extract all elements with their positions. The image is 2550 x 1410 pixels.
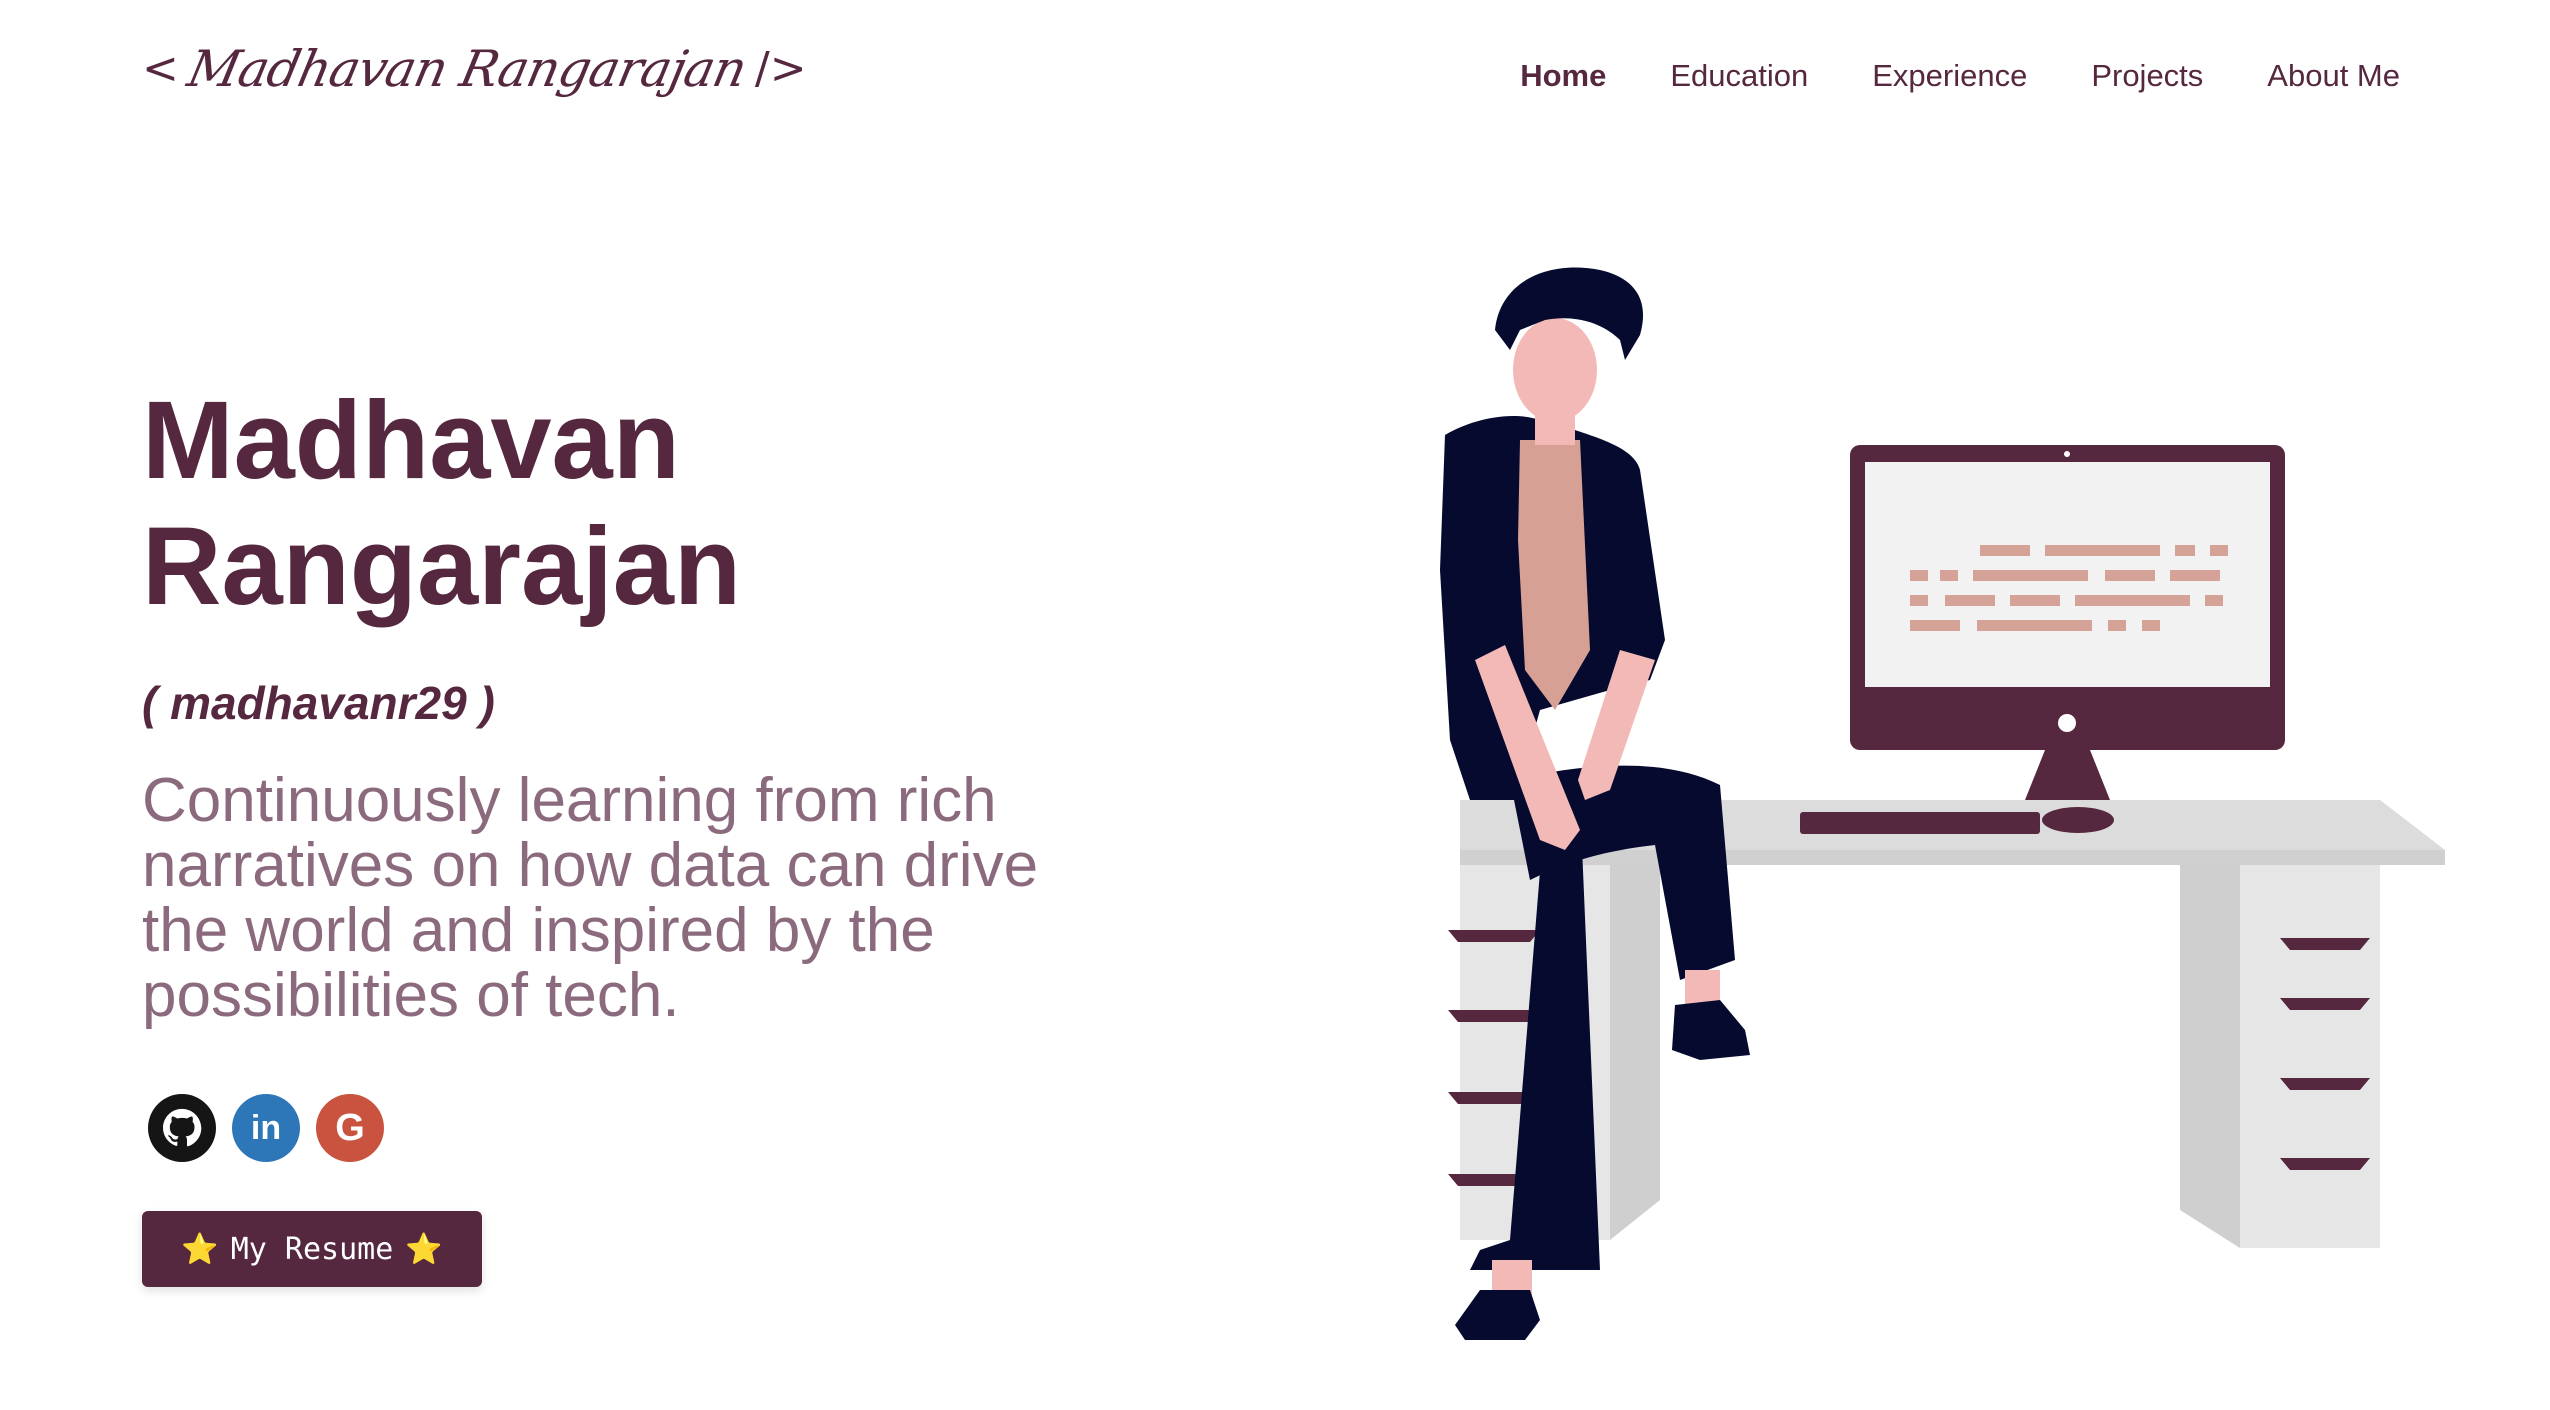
star-icon: ⭐ [405, 1231, 443, 1267]
tagline-line: the world and inspired by the [142, 896, 935, 965]
hero-name: Madhavan Rangarajan [142, 378, 741, 630]
linkedin-icon: in [250, 1108, 282, 1147]
hero-name-last: Rangarajan [142, 505, 742, 628]
github-link[interactable] [148, 1094, 216, 1162]
username-handle: ( madhavanr29 ) [142, 677, 495, 729]
main-nav: Home Education Experience Projects About… [1456, 58, 2400, 94]
github-icon [163, 1108, 202, 1147]
logo-close-bracket: /> [754, 43, 807, 94]
nav-about-me[interactable]: About Me [2267, 58, 2400, 94]
star-icon: ⭐ [181, 1231, 219, 1267]
keyboard-illustration [1800, 812, 2040, 834]
resume-button-label: My Resume [230, 1231, 394, 1267]
monitor-illustration [1850, 445, 2285, 800]
tagline-line: Continuously learning from rich [142, 766, 997, 835]
nav-experience[interactable]: Experience [1872, 58, 2027, 94]
google-link[interactable]: G [316, 1094, 384, 1162]
developer-desk-illustration [1440, 267, 2445, 1340]
desk-illustration [1448, 800, 2445, 1248]
tagline-line: possibilities of tech. [142, 961, 680, 1030]
google-icon: G [335, 1106, 365, 1149]
logo-open-bracket: < [142, 43, 179, 94]
nav-projects[interactable]: Projects [2091, 58, 2203, 94]
linkedin-link[interactable]: in [232, 1094, 300, 1162]
hero-name-first: Madhavan [142, 379, 680, 502]
logo-signature: Madhavan Rangarajan [182, 40, 752, 98]
tagline-line: narratives on how data can drive [142, 831, 1039, 900]
resume-button[interactable]: ⭐ My Resume ⭐ [142, 1211, 482, 1287]
nav-home[interactable]: Home [1520, 58, 1606, 94]
mouse-illustration [2042, 807, 2114, 833]
social-links: in G [148, 1094, 384, 1162]
hero-tagline: Continuously learning from rich narrativ… [142, 768, 1172, 1028]
nav-education[interactable]: Education [1670, 58, 1808, 94]
site-logo[interactable]: < Madhavan Rangarajan /> [142, 40, 807, 98]
